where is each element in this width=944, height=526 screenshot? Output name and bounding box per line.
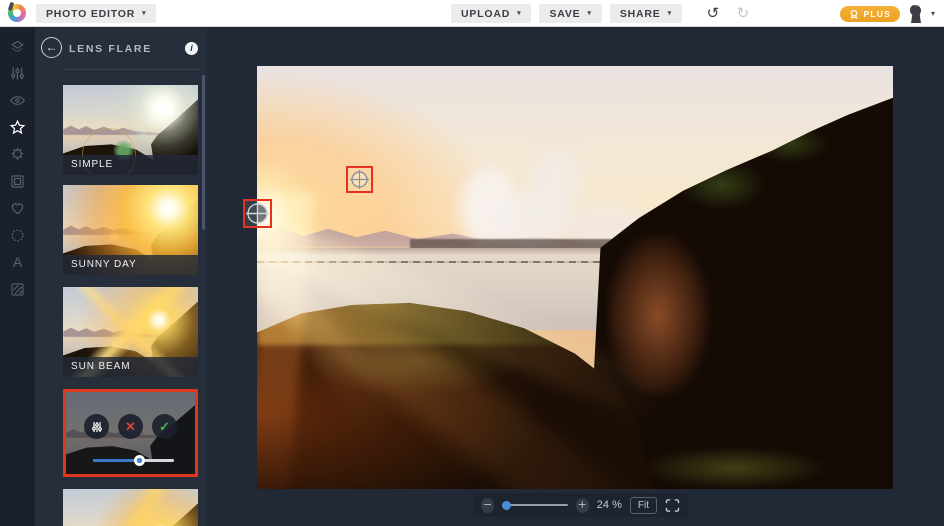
layers-icon[interactable]	[9, 37, 27, 55]
effect-thumb-partial[interactable]	[63, 489, 198, 526]
effect-thumb-selected[interactable]: ✕ ✓	[63, 389, 198, 477]
slider-fill	[93, 459, 140, 462]
effect-intensity-slider[interactable]	[93, 459, 174, 462]
caret-down-icon: ▾	[668, 10, 672, 17]
thumb-preview-image	[63, 489, 198, 526]
zoom-level-value: 24 %	[597, 499, 622, 511]
save-label: SAVE	[549, 8, 580, 20]
user-avatar[interactable]	[907, 4, 924, 24]
share-label: SHARE	[620, 8, 661, 20]
effect-label: SIMPLE	[63, 155, 198, 175]
fit-button[interactable]: Fit	[630, 497, 657, 514]
zoom-slider-handle[interactable]	[502, 501, 511, 510]
text-icon[interactable]: A	[9, 253, 27, 271]
tool-strip: A	[0, 28, 35, 526]
effect-controls: ✕ ✓	[66, 414, 195, 439]
adjustments-icon[interactable]	[9, 64, 27, 82]
photo-warm-wash	[257, 299, 543, 489]
share-button[interactable]: SHARE ▾	[610, 4, 682, 23]
badge-icon[interactable]	[9, 226, 27, 244]
effect-label: SUNNY DAY	[63, 255, 198, 275]
topbar-actions: UPLOAD ▾ SAVE ▾ SHARE ▾ ↺ ↻	[451, 4, 754, 23]
plus-label: PLUS	[864, 9, 891, 19]
upload-label: UPLOAD	[461, 8, 510, 20]
back-icon[interactable]: ←	[41, 37, 62, 58]
effect-thumb-simple[interactable]: SIMPLE	[63, 85, 198, 175]
zoom-out-icon[interactable]: −	[481, 498, 494, 513]
effect-thumb-sun-beam[interactable]: SUN BEAM	[63, 287, 198, 377]
account-caret-icon[interactable]: ▾	[931, 10, 935, 18]
eye-icon[interactable]	[9, 91, 27, 109]
save-button[interactable]: SAVE ▾	[539, 4, 601, 23]
zoom-toolbar: − + 24 % Fit	[473, 493, 688, 517]
panel-title: LENS FLARE	[69, 43, 152, 55]
caret-down-icon: ▾	[517, 10, 521, 17]
effect-label: SUN BEAM	[63, 357, 198, 377]
zoom-in-icon[interactable]: +	[576, 498, 589, 513]
crosshair-icon	[246, 202, 269, 225]
caret-down-icon: ▾	[587, 10, 591, 17]
medal-icon	[849, 9, 859, 19]
photo-canvas[interactable]	[257, 66, 893, 489]
plus-upgrade-button[interactable]: PLUS	[840, 6, 900, 22]
canvas-area: − + 24 % Fit	[207, 28, 944, 526]
brand-logo-icon[interactable]	[8, 4, 26, 22]
flare-source-handle[interactable]	[243, 199, 272, 228]
effect-thumbnail-list: SIMPLE SUNNY DAY SUN BEAM ✕	[63, 85, 198, 526]
app-menu-button[interactable]: PHOTO EDITOR ▾	[36, 4, 156, 23]
text-tool-glyph: A	[13, 254, 22, 270]
caret-down-icon: ▾	[142, 10, 146, 17]
cancel-effect-button[interactable]: ✕	[118, 414, 143, 439]
crosshair-icon	[350, 170, 369, 189]
apply-effect-button[interactable]: ✓	[152, 414, 177, 439]
lens-flare-panel: ← LENS FLARE i SIMPLE SUNNY DAY SUN BEAM	[35, 28, 207, 526]
top-bar: PHOTO EDITOR ▾ UPLOAD ▾ SAVE ▾ SHARE ▾ ↺…	[0, 0, 944, 27]
redo-icon[interactable]: ↻	[732, 4, 754, 23]
zoom-slider[interactable]	[502, 504, 567, 507]
effect-settings-button[interactable]	[84, 414, 109, 439]
photo-editor-app: PHOTO EDITOR ▾ UPLOAD ▾ SAVE ▾ SHARE ▾ ↺…	[0, 0, 944, 526]
flare-endpoint-handle[interactable]	[346, 166, 373, 193]
fullscreen-icon[interactable]	[665, 499, 680, 512]
upload-button[interactable]: UPLOAD ▾	[451, 4, 531, 23]
adjustments-icon	[91, 421, 103, 433]
close-icon: ✕	[125, 420, 136, 433]
undo-icon[interactable]: ↺	[702, 4, 724, 23]
effect-thumb-sunny-day[interactable]: SUNNY DAY	[63, 185, 198, 275]
info-icon[interactable]: i	[185, 42, 198, 55]
star-icon[interactable]	[9, 118, 27, 136]
panel-scrollbar[interactable]	[202, 75, 205, 230]
check-icon: ✓	[159, 420, 170, 433]
topbar-account: PLUS ▾	[840, 3, 936, 24]
photo-image	[257, 66, 893, 489]
heart-icon[interactable]	[9, 199, 27, 217]
sparkle-icon[interactable]	[9, 145, 27, 163]
frame-icon[interactable]	[9, 172, 27, 190]
texture-icon[interactable]	[9, 280, 27, 298]
panel-divider	[63, 69, 199, 70]
app-menu-label: PHOTO EDITOR	[46, 8, 135, 20]
